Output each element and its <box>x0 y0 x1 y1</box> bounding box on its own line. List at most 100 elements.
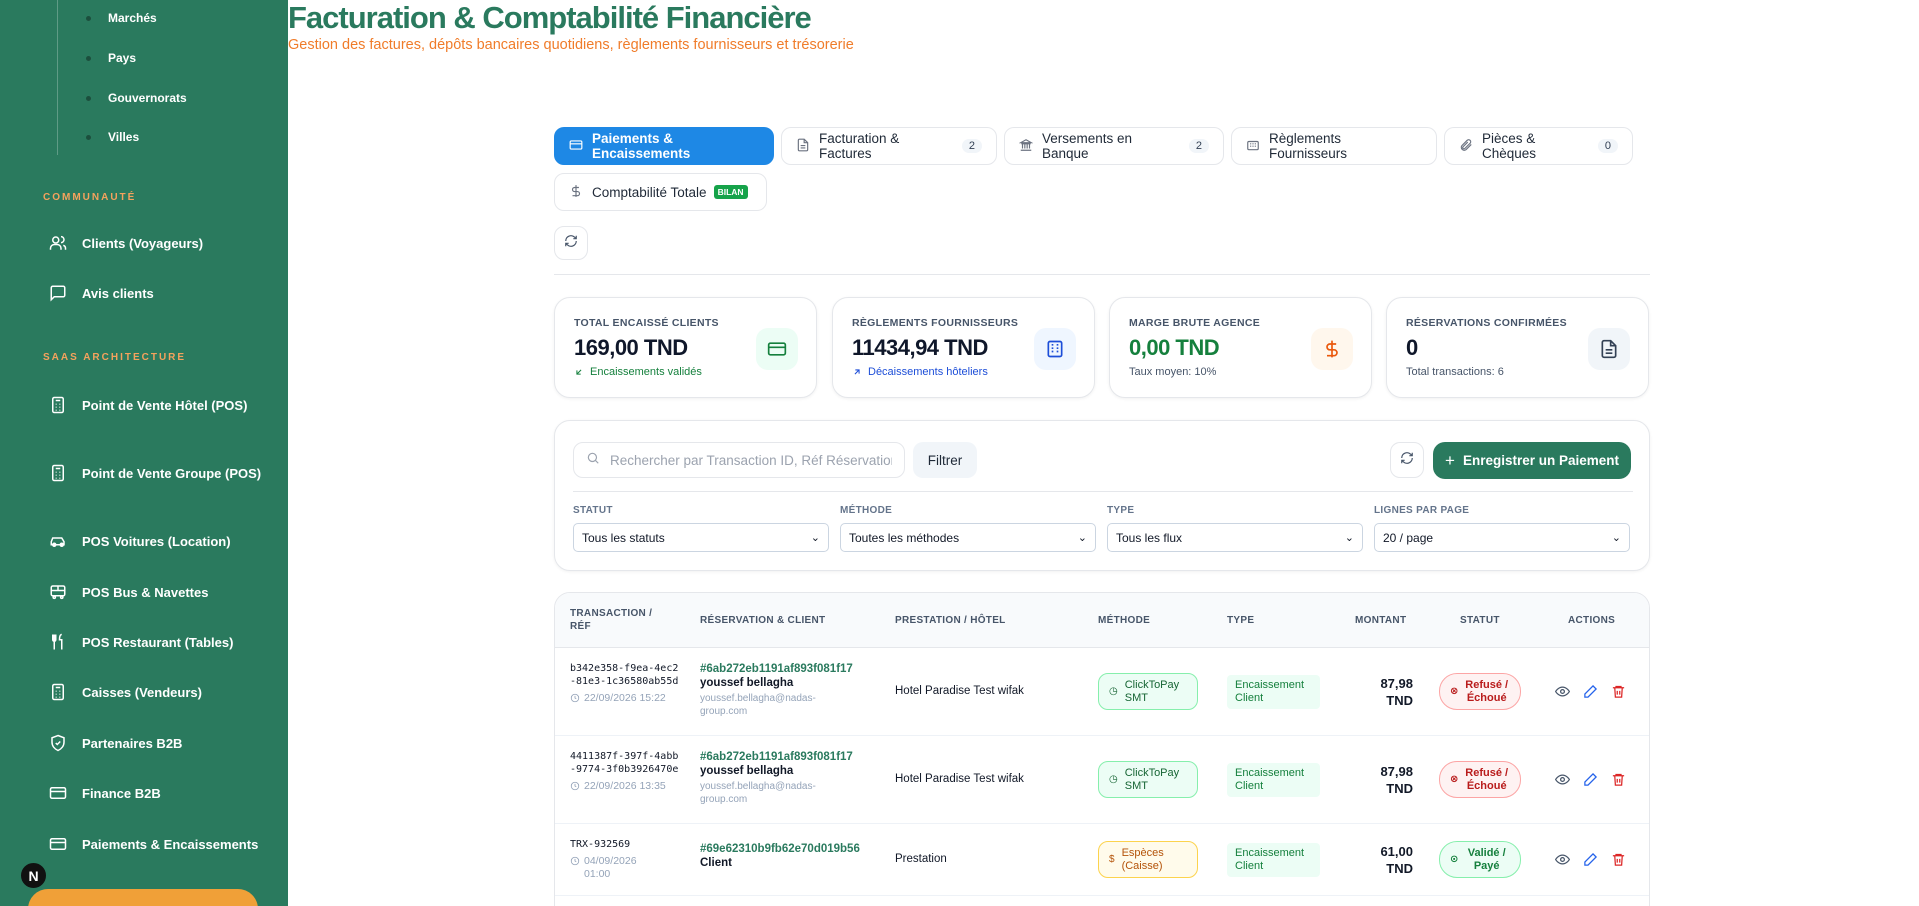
clock-icon <box>570 781 580 791</box>
reservation-link[interactable]: #6ab272eb1191af893f081f17 <box>700 663 853 675</box>
users-icon <box>48 233 68 253</box>
select-lignes[interactable]: 20 / page ⌄ <box>1374 523 1630 552</box>
sidebar-subitem-villes[interactable]: Villes <box>86 130 139 144</box>
kpi-label: TOTAL ENCAISSÉ CLIENTS <box>574 317 719 329</box>
sidebar-item-pos-bus[interactable]: POS Bus & Navettes <box>48 582 278 602</box>
status-label: Refusé / Échoué <box>1465 678 1509 704</box>
method-badge: ◷ ClickToPay SMT <box>1098 673 1198 710</box>
method-badge: $ Espèces (Caisse) <box>1098 841 1198 878</box>
status-label: Validé / Payé <box>1467 846 1506 872</box>
client-email: youssef.bellagha@nadas-group.com <box>700 781 816 805</box>
select-statut[interactable]: Tous les statuts ⌄ <box>573 523 829 552</box>
building-icon <box>1034 328 1076 370</box>
tab-reglements[interactable]: Règlements Fournisseurs <box>1231 127 1437 165</box>
sidebar-item-label: Caisses (Vendeurs) <box>82 684 202 700</box>
table-row[interactable]: 4411387f-397f-4abb-9774-3f0b3926470e 22/… <box>555 736 1649 824</box>
table-row[interactable]: b342e358-f9ea-4ec2-81e3-1c36580ab55d 22/… <box>555 648 1649 736</box>
table-refresh-button[interactable] <box>1390 442 1424 478</box>
transaction-cell: b342e358-f9ea-4ec2-81e3-1c36580ab55d 22/… <box>570 662 680 704</box>
sidebar-subitem-pays[interactable]: Pays <box>86 51 136 65</box>
kpi-note: Taux moyen: 10% <box>1129 366 1216 378</box>
tab-paiements[interactable]: Paiements & Encaissements <box>554 127 774 165</box>
tab-pieces[interactable]: Pièces & Chèques 0 <box>1444 127 1633 165</box>
method-label: ClickToPay SMT <box>1124 678 1180 704</box>
search-icon <box>586 451 610 470</box>
column-header: STATUT <box>1460 615 1500 626</box>
method-cell: ◷ ClickToPay SMT <box>1098 673 1198 710</box>
sidebar-subitem-gouvernorats[interactable]: Gouvernorats <box>86 91 187 105</box>
prestation-name: Prestation <box>895 853 947 865</box>
search-input[interactable] <box>610 452 892 468</box>
sidebar-bottom-button[interactable] <box>28 889 258 906</box>
chevron-down-icon: ⌄ <box>810 532 820 544</box>
tab-count-badge: 2 <box>1188 139 1209 153</box>
sidebar-subitem-marches[interactable]: Marchés <box>86 11 157 25</box>
type-badge: Encaissement Client <box>1227 763 1320 797</box>
tab-facturation[interactable]: Facturation & Factures 2 <box>781 127 997 165</box>
status-badge: ⊗ Refusé / Échoué <box>1439 673 1521 710</box>
eye-icon[interactable] <box>1554 852 1571 872</box>
edit-icon[interactable] <box>1583 684 1598 704</box>
transaction-id: b342e358-f9ea-4ec2-81e3-1c36580ab55d <box>570 663 679 687</box>
sidebar-item-clients[interactable]: Clients (Voyageurs) <box>48 233 278 253</box>
sidebar-item-label: Point de Vente Hôtel (POS) <box>82 397 248 413</box>
sidebar-item-pos-hotel[interactable]: Point de Vente Hôtel (POS) <box>48 395 278 415</box>
transaction-date: 22/09/2026 15:22 <box>570 692 680 704</box>
tab-comptabilite[interactable]: Comptabilité Totale BILAN <box>554 173 767 211</box>
tab-versements[interactable]: Versements en Banque 2 <box>1004 127 1224 165</box>
actions-cell <box>1554 684 1626 704</box>
client-name: youssef bellagha <box>700 765 794 777</box>
select-value: 20 / page <box>1383 530 1434 545</box>
sidebar-subitem-label: Gouvernorats <box>108 91 187 105</box>
dollar-icon <box>569 184 592 201</box>
eye-icon[interactable] <box>1554 684 1571 704</box>
sidebar-item-caisses[interactable]: Caisses (Vendeurs) <box>48 682 278 702</box>
kpi-note-text: Encaissements validés <box>590 366 702 378</box>
transaction-date: 22/09/2026 13:35 <box>570 780 680 792</box>
credit-card-icon <box>48 783 68 803</box>
reservation-link[interactable]: #6ab272eb1191af893f081f17 <box>700 751 853 763</box>
select-methode[interactable]: Toutes les méthodes ⌄ <box>840 523 1096 552</box>
edit-icon[interactable] <box>1583 852 1598 872</box>
select-type[interactable]: Tous les flux ⌄ <box>1107 523 1363 552</box>
status-badge: ⊙ Validé / Payé <box>1439 841 1521 878</box>
sidebar-item-paiements[interactable]: Paiements & Encaissements <box>48 834 278 854</box>
page-title: Facturation & Comptabilité Financière <box>288 0 812 35</box>
trash-icon[interactable] <box>1611 772 1626 792</box>
sidebar-item-partenaires[interactable]: Partenaires B2B <box>48 733 278 753</box>
eye-icon[interactable] <box>1554 772 1571 792</box>
refresh-button[interactable] <box>554 226 588 260</box>
filter-panel: Filtrer + Enregistrer un Paiement STATUT… <box>554 420 1650 571</box>
search-box[interactable] <box>573 442 905 478</box>
filter-label-type: TYPE <box>1107 505 1135 516</box>
clock-icon: ◷ <box>1109 774 1118 785</box>
utensils-icon <box>48 632 68 652</box>
sidebar-item-avis[interactable]: Avis clients <box>48 283 278 303</box>
trash-icon[interactable] <box>1611 852 1626 872</box>
trash-icon[interactable] <box>1611 684 1626 704</box>
user-avatar[interactable]: N <box>19 861 48 890</box>
page-scrollbar[interactable] <box>1911 0 1919 906</box>
column-header: RÉSERVATION & CLIENT <box>700 615 826 626</box>
filter-button[interactable]: Filtrer <box>913 442 977 478</box>
sidebar-item-pos-groupe[interactable]: Point de Vente Groupe (POS) <box>48 463 278 483</box>
add-payment-button[interactable]: + Enregistrer un Paiement <box>1433 442 1631 479</box>
sidebar-item-finance-b2b[interactable]: Finance B2B <box>48 783 278 803</box>
edit-icon[interactable] <box>1583 772 1598 792</box>
kpi-note: Décaissements hôteliers <box>852 366 988 378</box>
kpi-label: RÉSERVATIONS CONFIRMÉES <box>1406 317 1567 329</box>
sidebar-item-pos-restaurant[interactable]: POS Restaurant (Tables) <box>48 632 278 652</box>
type-badge: Encaissement Client <box>1227 675 1320 709</box>
kpi-card-reglements: RÈGLEMENTS FOURNISSEURS 11434,94 TND Déc… <box>832 297 1095 398</box>
column-header: PRESTATION / HÔTEL <box>895 615 1006 626</box>
amount-cell: 87,98 TND <box>1353 675 1413 709</box>
sidebar-item-pos-voitures[interactable]: POS Voitures (Location) <box>48 531 278 551</box>
tab-count-badge: 2 <box>961 139 982 153</box>
clock-icon <box>570 856 580 866</box>
tab-label: Paiements & Encaissements <box>592 131 691 161</box>
tab-label: Règlements Fournisseurs <box>1269 131 1348 161</box>
dollar-icon <box>1311 328 1353 370</box>
client-email: youssef.bellagha@nadas-group.com <box>700 693 816 717</box>
table-row[interactable]: TRX-932569 04/09/2026 01:00 #69e62310b9f… <box>555 824 1649 896</box>
reservation-link[interactable]: #69e62310b9fb62e70d019b56 <box>700 843 860 855</box>
